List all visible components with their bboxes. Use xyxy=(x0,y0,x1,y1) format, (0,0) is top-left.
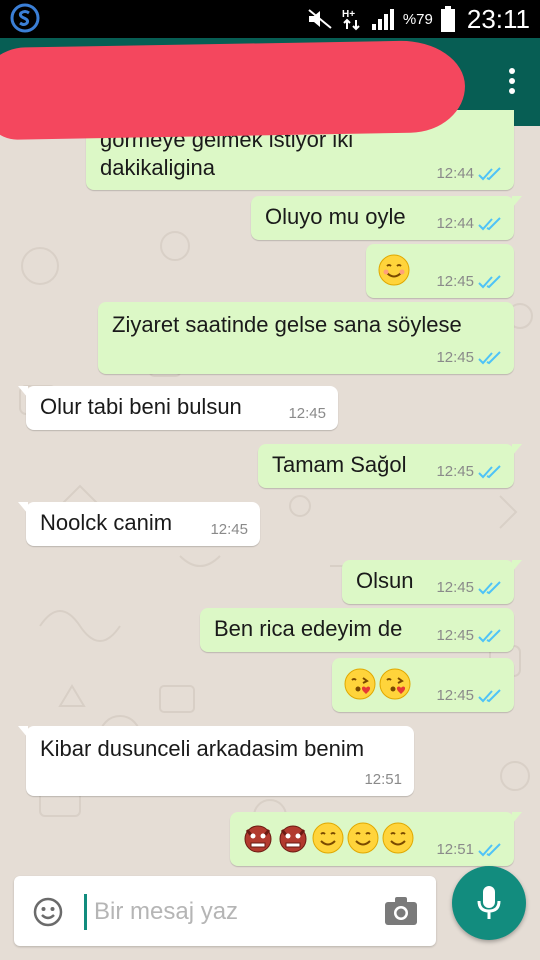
message-meta: 12:45 xyxy=(210,521,248,538)
signal-icon xyxy=(371,9,394,30)
message-meta: 12:45 xyxy=(436,579,502,596)
mute-icon xyxy=(308,9,332,29)
message-bubble-outgoing[interactable]: Olsun 12:45 xyxy=(342,560,522,604)
read-ticks-icon xyxy=(478,628,501,642)
message-input[interactable] xyxy=(92,890,376,934)
message-bubble-incoming[interactable]: Kibar dusunceli arkadasim benim 12:51 xyxy=(18,726,414,796)
message-meta: 12:44 xyxy=(436,165,502,182)
read-ticks-icon xyxy=(478,216,501,230)
overflow-menu-icon[interactable] xyxy=(506,68,518,96)
message-text: Olur tabi beni bulsun xyxy=(40,394,242,419)
voice-record-button[interactable] xyxy=(452,866,526,940)
ogre-face-emoji-icon xyxy=(279,825,307,853)
message-meta: 12:51 xyxy=(436,841,502,858)
message-meta: 12:45 xyxy=(436,687,502,704)
read-ticks-icon xyxy=(478,464,501,478)
smiling-face-emoji-icon xyxy=(382,822,414,854)
read-ticks-icon xyxy=(478,688,501,702)
message-text: Tamam Sağol xyxy=(272,452,407,477)
message-bubble-outgoing[interactable]: 12:45 xyxy=(332,658,514,712)
message-bubble-incoming[interactable]: Noolck canim 12:45 xyxy=(18,502,260,546)
message-text: Ziyaret saatinde gelse sana söylese xyxy=(112,312,462,337)
message-text-line: dakikaligina xyxy=(100,155,215,180)
message-text: Olsun xyxy=(356,568,414,593)
network-type-icon: H+ xyxy=(342,9,360,31)
read-ticks-icon xyxy=(478,166,501,180)
message-composer xyxy=(14,876,436,946)
status-bar: H+ %79 23:11 xyxy=(0,0,540,38)
message-time: 12:44 xyxy=(436,165,474,182)
battery-percent: %79 xyxy=(402,10,433,28)
read-ticks-icon xyxy=(478,274,501,288)
read-ticks-icon xyxy=(478,350,501,364)
message-meta: 12:45 xyxy=(436,349,502,366)
message-meta: 12:45 xyxy=(436,463,502,480)
message-meta: 12:44 xyxy=(436,215,502,232)
text-cursor xyxy=(84,894,87,930)
microphone-icon xyxy=(477,886,501,919)
read-ticks-icon xyxy=(478,842,501,856)
smiling-face-emoji-icon xyxy=(347,822,379,854)
message-bubble-outgoing[interactable]: Ben rica edeyim de 12:45 xyxy=(200,608,514,652)
message-bubble-outgoing[interactable]: Tamam Sağol 12:45 xyxy=(258,444,522,488)
message-time: 12:45 xyxy=(210,521,248,538)
face-blowing-kiss-emoji-icon xyxy=(379,668,411,700)
message-text: Ben rica edeyim de xyxy=(214,616,403,641)
message-bubble-outgoing[interactable]: Oluyo mu oyle 12:44 xyxy=(251,196,522,240)
face-blowing-kiss-emoji-icon xyxy=(344,668,376,700)
message-time: 12:45 xyxy=(436,579,474,596)
smiling-face-emoji-icon xyxy=(378,254,410,286)
battery-icon xyxy=(440,6,455,32)
camera-icon[interactable] xyxy=(384,896,418,926)
message-bubble-incoming[interactable]: Olur tabi beni bulsun 12:45 xyxy=(18,386,338,430)
message-bubble-outgoing[interactable]: 12:51 xyxy=(230,812,522,866)
message-time: 12:45 xyxy=(436,627,474,644)
read-ticks-icon xyxy=(478,580,501,594)
network-type-label: H+ xyxy=(342,9,355,20)
app-notification-icon xyxy=(10,3,40,33)
contact-name-redacted xyxy=(0,39,466,141)
clock: 23:11 xyxy=(466,3,530,34)
status-icons: H+ %79 23:11 xyxy=(307,0,530,38)
message-bubble-outgoing[interactable]: 12:45 xyxy=(366,244,514,298)
message-meta: 12:45 xyxy=(436,273,502,290)
message-time: 12:45 xyxy=(288,405,326,422)
message-time: 12:45 xyxy=(436,349,474,366)
message-time: 12:45 xyxy=(436,273,474,290)
message-text: Kibar dusunceli arkadasim benim xyxy=(40,736,365,761)
message-time: 12:44 xyxy=(436,215,474,232)
message-text: Noolck canim xyxy=(40,510,173,535)
message-time: 12:45 xyxy=(436,687,474,704)
message-text: Oluyo mu oyle xyxy=(265,204,406,229)
emoji-picker-icon[interactable] xyxy=(32,896,64,928)
ogre-face-emoji-icon xyxy=(244,825,272,853)
message-time: 12:45 xyxy=(436,463,474,480)
message-time: 12:51 xyxy=(436,841,474,858)
message-meta: 12:45 xyxy=(436,627,502,644)
message-meta: 12:51 xyxy=(364,771,402,788)
smiling-face-emoji-icon xyxy=(312,822,344,854)
message-time: 12:51 xyxy=(364,771,402,788)
message-meta: 12:45 xyxy=(288,405,326,422)
message-bubble-outgoing[interactable]: Ziyaret saatinde gelse sana söylese 12:4… xyxy=(98,302,514,374)
